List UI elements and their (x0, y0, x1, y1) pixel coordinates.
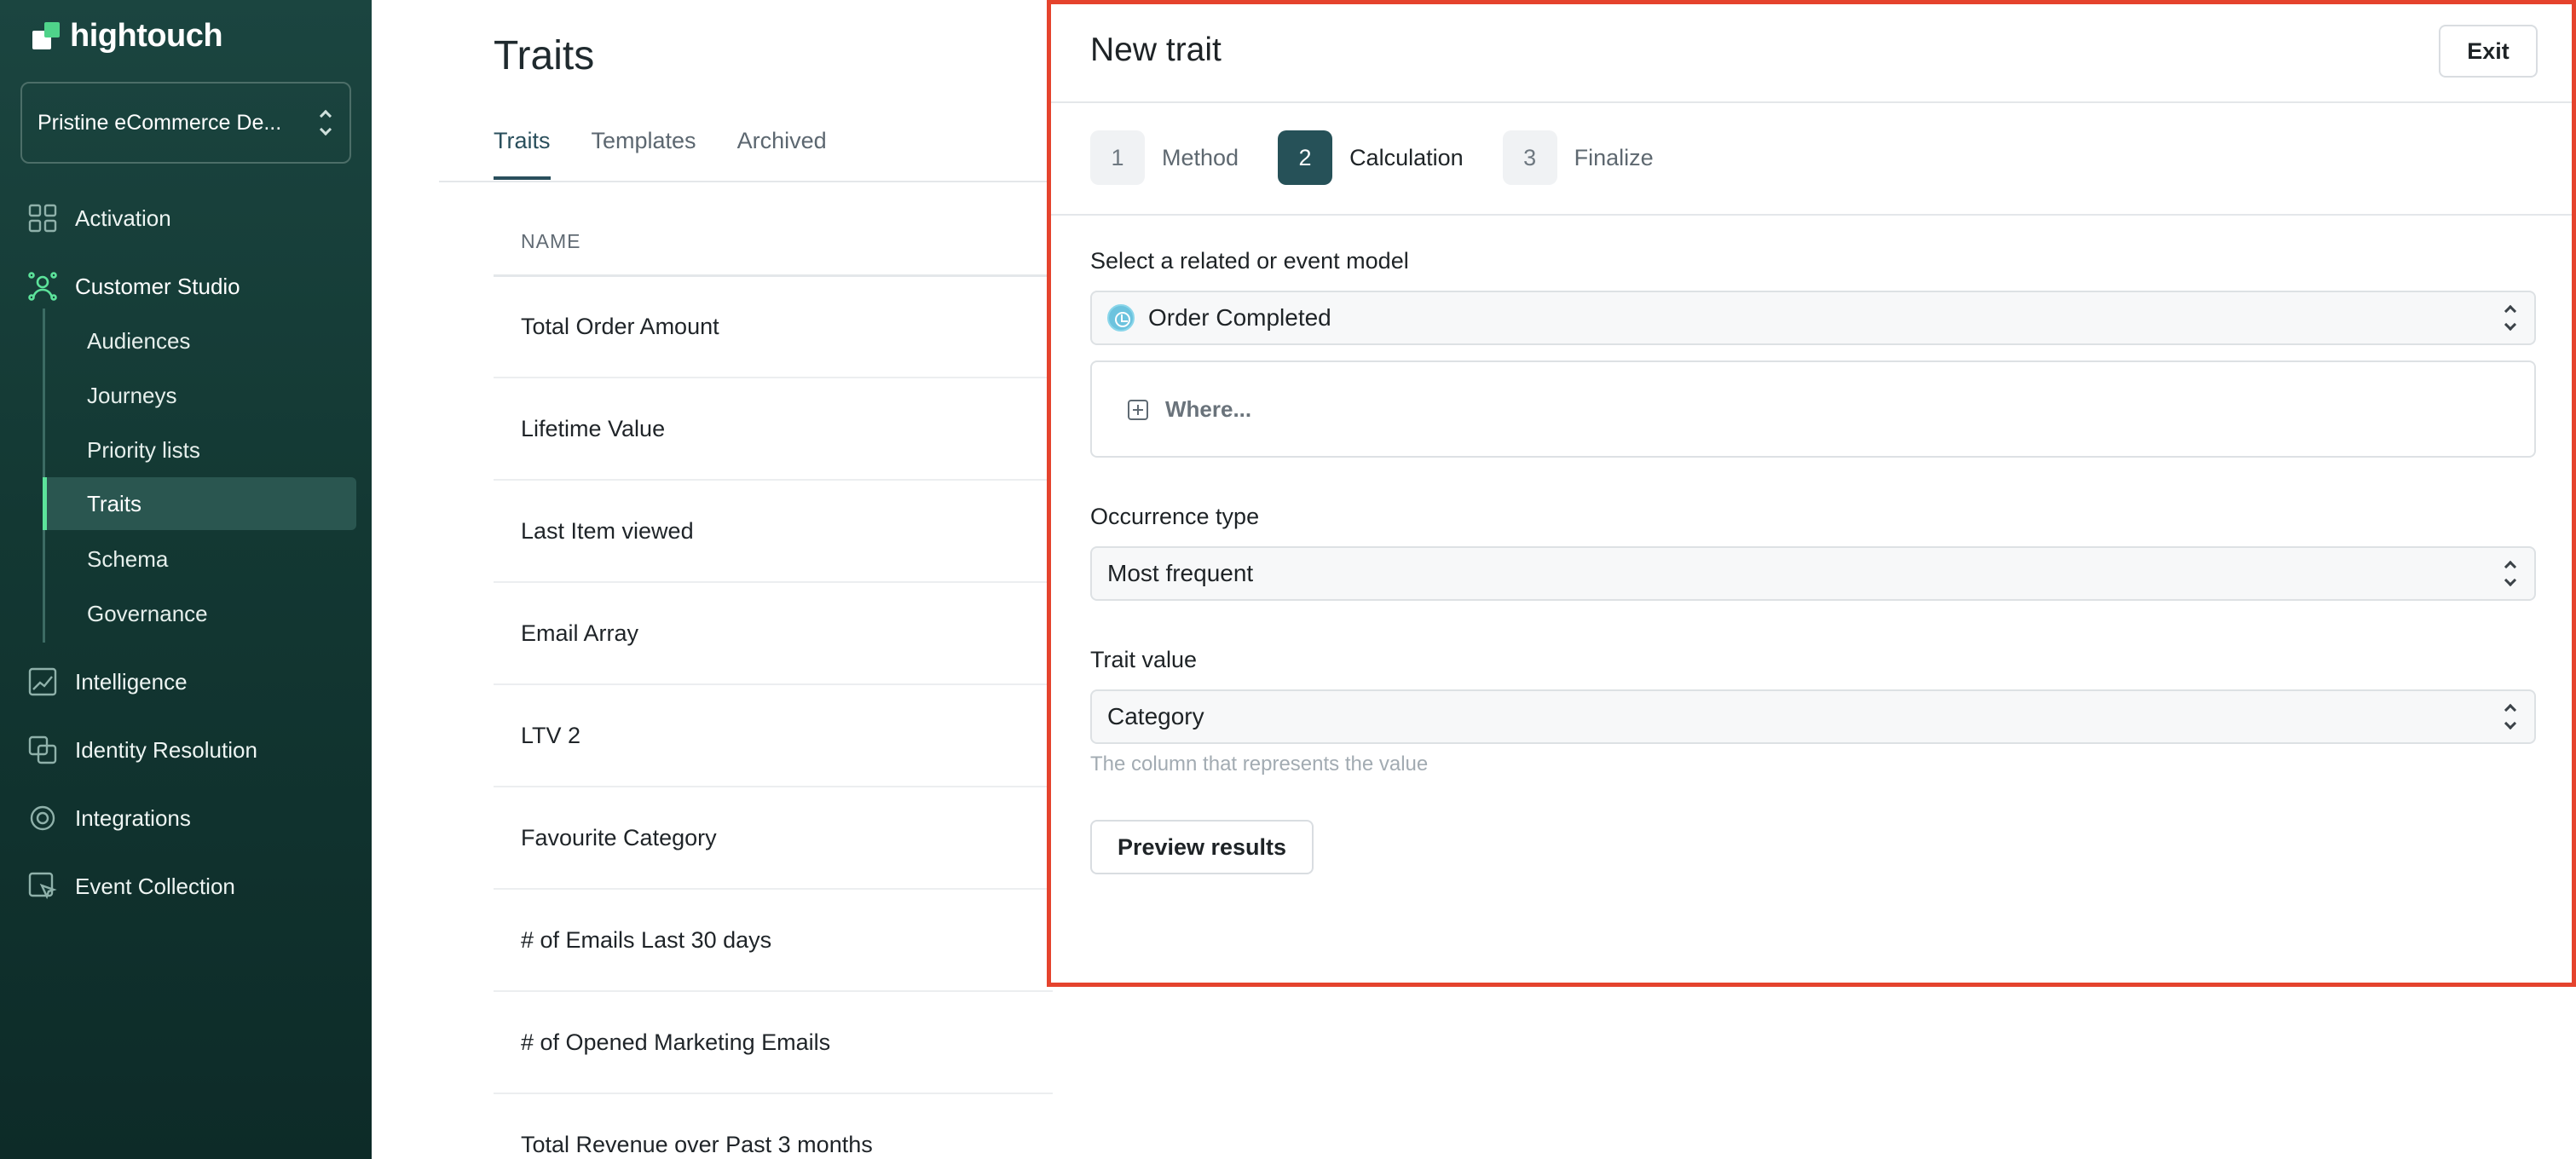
add-where-button[interactable]: Where... (1128, 396, 1251, 423)
nav-item-event-collection[interactable]: Event Collection (0, 862, 372, 910)
cursor-icon (27, 871, 58, 902)
trait-name: Total Revenue over Past 3 months (521, 1131, 873, 1157)
table-row[interactable]: Last Item viewed (494, 481, 1053, 583)
trait-name: Total Order Amount (521, 313, 719, 339)
where-conditions-box: Where... (1090, 360, 2536, 458)
grid-icon (27, 203, 58, 234)
occurrence-select[interactable]: Most frequent (1090, 546, 2536, 601)
model-select[interactable]: Order Completed (1090, 291, 2536, 345)
tabs: Traits Templates Archived (494, 128, 827, 180)
tab-archived[interactable]: Archived (737, 128, 827, 179)
where-label: Where... (1165, 396, 1252, 422)
table-row[interactable]: # of Emails Last 30 days (494, 890, 1053, 992)
nav-item-identity-resolution[interactable]: Identity Resolution (0, 726, 372, 774)
step-label: Calculation (1349, 144, 1464, 170)
trait-value-select[interactable]: Category (1090, 689, 2536, 744)
sidebar-item-governance[interactable]: Governance (44, 587, 356, 640)
chevron-updown-icon (317, 108, 334, 137)
plus-square-icon (1128, 399, 1148, 420)
traits-table: Total Order Amount Lifetime Value Last I… (494, 276, 1053, 1159)
sidebar-item-traits[interactable]: Traits (43, 477, 356, 530)
nav-item-activation[interactable]: Activation (0, 194, 372, 242)
trait-value-select-value: Category (1107, 703, 1204, 729)
step-number: 2 (1278, 130, 1333, 185)
panel-divider (1051, 214, 2572, 216)
occurrence-field-label: Occurrence type (1090, 504, 1260, 529)
step-finalize[interactable]: 3 Finalize (1502, 130, 1654, 185)
model-select-value: Order Completed (1148, 304, 1331, 331)
nav-label: Customer Studio (75, 273, 240, 299)
nav-label: Activation (75, 205, 171, 231)
sidebar: hightouch Pristine eCommerce De... Activ… (0, 0, 372, 1159)
trait-name: Email Array (521, 620, 639, 646)
sidebar-item-schema[interactable]: Schema (44, 533, 356, 585)
table-row[interactable]: Email Array (494, 583, 1053, 685)
stepper: 1 Method 2 Calculation 3 Finalize (1090, 130, 1693, 185)
trait-value-field-label: Trait value (1090, 647, 1198, 672)
chevron-updown-icon (2502, 702, 2519, 731)
people-icon (27, 271, 58, 302)
step-label: Method (1162, 144, 1239, 170)
table-row[interactable]: Total Revenue over Past 3 months (494, 1094, 1053, 1159)
nav-label: Identity Resolution (75, 736, 257, 763)
identity-icon (27, 735, 58, 765)
table-row[interactable]: LTV 2 (494, 685, 1053, 787)
trait-name: Last Item viewed (521, 517, 694, 544)
table-row[interactable]: # of Opened Marketing Emails (494, 992, 1053, 1094)
step-method[interactable]: 1 Method (1090, 130, 1239, 185)
sidebar-item-journeys[interactable]: Journeys (44, 369, 356, 422)
nav-item-customer-studio[interactable]: Customer Studio (0, 262, 372, 310)
table-row[interactable]: Favourite Category (494, 787, 1053, 890)
step-number: 3 (1502, 130, 1557, 185)
nav-label: Event Collection (75, 873, 235, 899)
workspace-name: Pristine eCommerce De... (38, 110, 282, 135)
tab-templates[interactable]: Templates (592, 128, 696, 179)
sidebar-item-label: Governance (87, 600, 208, 626)
sidebar-item-audiences[interactable]: Audiences (44, 314, 356, 367)
new-trait-panel: New trait Exit 1 Method 2 Calculation 3 … (1047, 0, 2576, 987)
occurrence-select-value: Most frequent (1107, 560, 1254, 586)
panel-divider (1051, 101, 2572, 103)
exit-button[interactable]: Exit (2439, 25, 2538, 78)
sidebar-item-label: Journeys (87, 382, 177, 408)
integrations-icon (27, 803, 58, 833)
chart-icon (27, 666, 58, 697)
tabs-divider (439, 181, 1053, 182)
table-row[interactable]: Lifetime Value (494, 378, 1053, 481)
step-label: Finalize (1574, 144, 1654, 170)
trait-value-helper-text: The column that represents the value (1090, 752, 1429, 776)
table-row[interactable]: Total Order Amount (494, 276, 1053, 378)
trait-name: Lifetime Value (521, 415, 666, 441)
sidebar-item-label: Audiences (87, 327, 191, 354)
model-field-label: Select a related or event model (1090, 248, 1409, 274)
trait-name: LTV 2 (521, 722, 581, 748)
hightouch-logo[interactable]: hightouch (32, 17, 223, 55)
page-title: Traits (494, 33, 595, 78)
preview-results-button[interactable]: Preview results (1090, 820, 1314, 874)
trait-name: # of Emails Last 30 days (521, 926, 772, 953)
clock-icon (1107, 304, 1135, 332)
nav-item-integrations[interactable]: Integrations (0, 794, 372, 842)
nav-label: Intelligence (75, 668, 188, 695)
step-number: 1 (1090, 130, 1145, 185)
column-header-name[interactable]: NAME (521, 230, 580, 253)
workspace-switcher[interactable]: Pristine eCommerce De... (20, 82, 351, 164)
sidebar-item-priority-lists[interactable]: Priority lists (44, 424, 356, 476)
chevron-updown-icon (2502, 303, 2519, 332)
tab-traits[interactable]: Traits (494, 128, 551, 180)
panel-title: New trait (1090, 32, 1222, 68)
step-calculation[interactable]: 2 Calculation (1278, 130, 1464, 185)
nav-item-intelligence[interactable]: Intelligence (0, 658, 372, 706)
nav-label: Integrations (75, 804, 191, 831)
logo-mark-icon (32, 22, 60, 49)
chevron-updown-icon (2502, 559, 2519, 588)
trait-name: Favourite Category (521, 824, 717, 851)
trait-name: # of Opened Marketing Emails (521, 1029, 831, 1055)
logo-text: hightouch (70, 17, 223, 54)
sidebar-item-label: Traits (87, 490, 142, 516)
sidebar-item-label: Priority lists (87, 436, 200, 463)
sidebar-item-label: Schema (87, 545, 169, 572)
